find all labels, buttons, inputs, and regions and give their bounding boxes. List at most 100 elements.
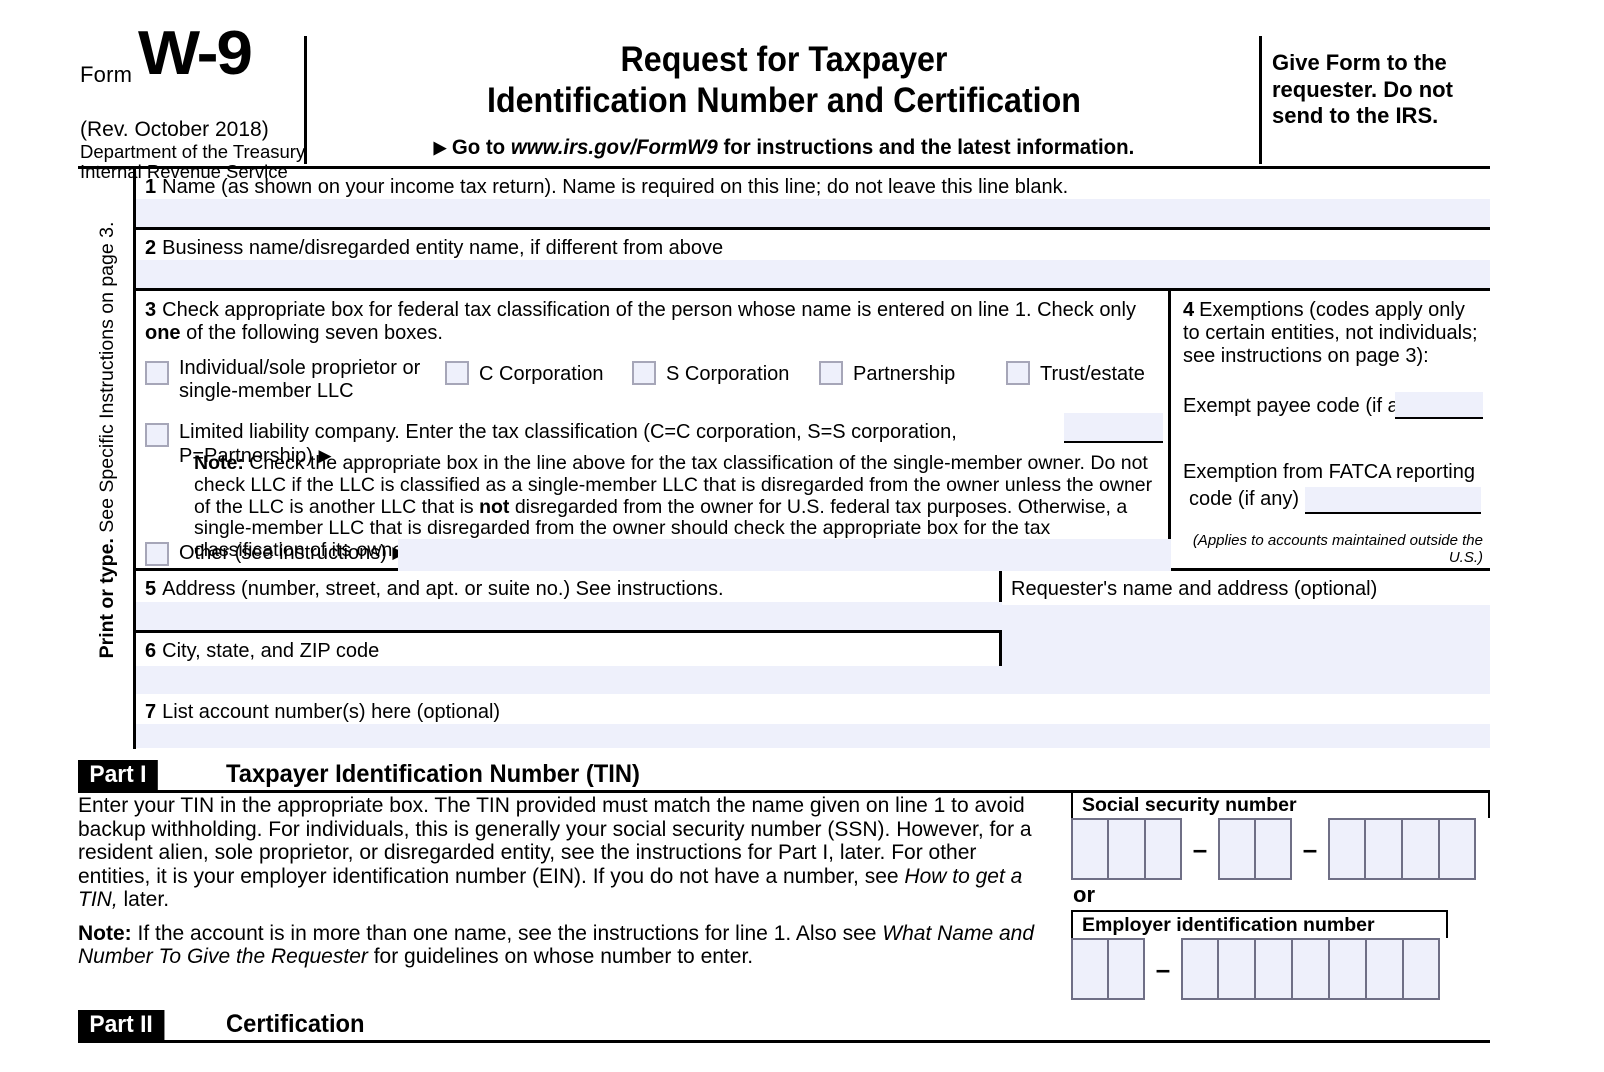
ein-digit-boxes[interactable]: –	[1071, 938, 1490, 1000]
social-security-number-label: Social security number	[1071, 790, 1490, 818]
fatca-label-line2: code (if any)	[1189, 488, 1300, 510]
form-body-box: Print or type. See Specific Instructions…	[78, 166, 1490, 749]
digit-cell[interactable]	[1402, 818, 1439, 880]
fatca-code-input[interactable]	[1305, 487, 1481, 514]
part1-note-b: for guidelines on whose number to enter.	[367, 945, 754, 968]
goto-suffix: for instructions and the latest informat…	[723, 135, 1135, 159]
digit-cell[interactable]	[1071, 938, 1108, 1000]
digit-cell[interactable]	[1108, 818, 1145, 880]
line-6-input[interactable]	[136, 666, 1002, 694]
checkbox-other[interactable]	[145, 542, 169, 566]
line-5-address: 5 Address (number, street, and apt. or su…	[136, 571, 1002, 633]
or-separator-label: or	[1073, 882, 1095, 907]
checkbox-limited-liability-company[interactable]	[145, 423, 169, 447]
line-3-tax-classification: 3 Check appropriate box for federal tax c…	[136, 291, 1171, 571]
line-2-number: 2	[145, 237, 157, 259]
address-and-requester-row: 5 Address (number, street, and apt. or su…	[136, 571, 1490, 694]
checkbox-trust-estate[interactable]	[1006, 361, 1030, 385]
line-4-label: Exemptions (codes apply only to certain …	[1183, 299, 1478, 367]
sidebar-rest-text: See Specific Instructions on page 3.	[96, 221, 118, 533]
digit-group-dash: –	[1192, 833, 1208, 864]
line-1-input[interactable]	[136, 199, 1490, 227]
line-3-number: 3	[145, 299, 157, 321]
digit-cell[interactable]	[1218, 818, 1255, 880]
checkbox-label-partnership: Partnership	[853, 363, 956, 385]
line-7-label: List account number(s) here (optional)	[162, 701, 501, 723]
digit-group	[1071, 818, 1182, 880]
line-4-exemptions: 4 Exemptions (codes apply only to certain…	[1171, 291, 1490, 571]
requester-input[interactable]	[1002, 605, 1490, 694]
line-1-label: Name (as shown on your income tax return…	[162, 176, 1069, 198]
other-label: Other (see instructions)	[179, 542, 387, 564]
checkbox-label-s-corporation: S Corporation	[666, 363, 790, 385]
part1-para1-a: Enter your TIN in the appropriate box. T…	[78, 794, 1032, 888]
ssn-digit-boxes[interactable]: – –	[1071, 818, 1490, 880]
line-2-input[interactable]	[136, 260, 1490, 288]
exempt-payee-code-row: Exempt payee code (if any)	[1183, 392, 1483, 419]
line-4-number: 4	[1183, 299, 1195, 321]
other-classification-input[interactable]	[398, 539, 1171, 571]
line-7-account-numbers: 7 List account number(s) here (optional)	[136, 694, 1490, 748]
digit-cell[interactable]	[1071, 818, 1108, 880]
digit-cell[interactable]	[1255, 818, 1292, 880]
form-number: W-9	[138, 19, 253, 88]
header-divider-left	[304, 36, 307, 164]
checkbox-s-corporation[interactable]	[632, 361, 656, 385]
checkbox-individual-sole-proprietor[interactable]	[145, 361, 169, 385]
digit-group	[1218, 818, 1292, 880]
digit-cell[interactable]	[1329, 938, 1366, 1000]
requester-label: Requester's name and address (optional)	[1011, 578, 1378, 600]
goto-prefix: Go to	[451, 135, 506, 159]
digit-cell[interactable]	[1255, 938, 1292, 1000]
part-1-title: Taxpayer Identification Number (TIN)	[226, 760, 640, 788]
other-classification-row: Other (see instructions) ▶	[136, 539, 1171, 571]
line-5-label: Address (number, street, and apt. or sui…	[162, 578, 724, 600]
part-2-rule	[78, 1040, 1490, 1043]
part-1-tag: Part I	[78, 760, 158, 790]
llc-tax-classification-input[interactable]	[1064, 413, 1163, 443]
checkbox-label-individual: Individual/sole proprietor or single-mem…	[179, 357, 421, 402]
digit-cell[interactable]	[1218, 938, 1255, 1000]
exempt-payee-code-input[interactable]	[1395, 392, 1483, 419]
digit-cell[interactable]	[1145, 818, 1182, 880]
checkbox-c-corporation[interactable]	[445, 361, 469, 385]
line-6-number: 6	[145, 640, 157, 662]
line-7-input[interactable]	[136, 724, 1490, 748]
part-1-instructions: Enter your TIN in the appropriate box. T…	[78, 794, 1043, 969]
line-6-label: City, state, and ZIP code	[162, 640, 380, 662]
line-1-number: 1	[145, 176, 157, 198]
exempt-payee-code-label: Exempt payee code (if any)	[1183, 395, 1427, 417]
line-5-input[interactable]	[136, 602, 1002, 630]
checkbox-partnership[interactable]	[819, 361, 843, 385]
digit-cell[interactable]	[1366, 938, 1403, 1000]
part-1-header: Part I Taxpayer Identification Number (T…	[78, 760, 1490, 793]
arrow-right-icon: ▶	[433, 138, 447, 157]
digit-cell[interactable]	[1439, 818, 1476, 880]
sidebar-bold-text: Print or type.	[96, 538, 118, 659]
digit-cell[interactable]	[1403, 938, 1440, 1000]
digit-cell[interactable]	[1365, 818, 1402, 880]
checkbox-label-trust-estate: Trust/estate	[1040, 363, 1145, 385]
llc-note-bold: Note:	[194, 452, 244, 474]
irs-url-link[interactable]: www.irs.gov/FormW9	[511, 135, 718, 159]
header-divider-right	[1259, 36, 1262, 164]
digit-group-dash: –	[1155, 953, 1171, 984]
fatca-code-row: Exemption from FATCA reporting code (if …	[1183, 459, 1483, 514]
line-2-business-name: 2 Business name/disregarded entity name, …	[136, 230, 1490, 291]
part1-note-a: If the account is in more than one name,…	[131, 921, 883, 945]
digit-cell[interactable]	[1328, 818, 1365, 880]
digit-cell[interactable]	[1292, 938, 1329, 1000]
applies-outside-us-note: (Applies to accounts maintained outside …	[1192, 532, 1483, 566]
tax-classification-checkbox-row: Individual/sole proprietor or single-mem…	[136, 349, 1171, 402]
part-2-header: Part II Certification	[78, 1010, 1490, 1043]
fatca-label-line1: Exemption from FATCA reporting	[1183, 461, 1475, 483]
digit-group	[1071, 938, 1145, 1000]
line-6-city-state-zip: 6 City, state, and ZIP code	[136, 633, 1002, 694]
line-3-label-bold: one	[145, 321, 181, 344]
employer-identification-number-label: Employer identification number	[1071, 910, 1448, 938]
checkbox-label-c-corporation: C Corporation	[479, 363, 604, 385]
digit-cell[interactable]	[1108, 938, 1145, 1000]
digit-cell[interactable]	[1181, 938, 1218, 1000]
treasury-department-line: Department of the Treasury	[80, 141, 306, 162]
header-left-block: Form W-9 (Rev. October 2018) Department …	[78, 19, 306, 182]
